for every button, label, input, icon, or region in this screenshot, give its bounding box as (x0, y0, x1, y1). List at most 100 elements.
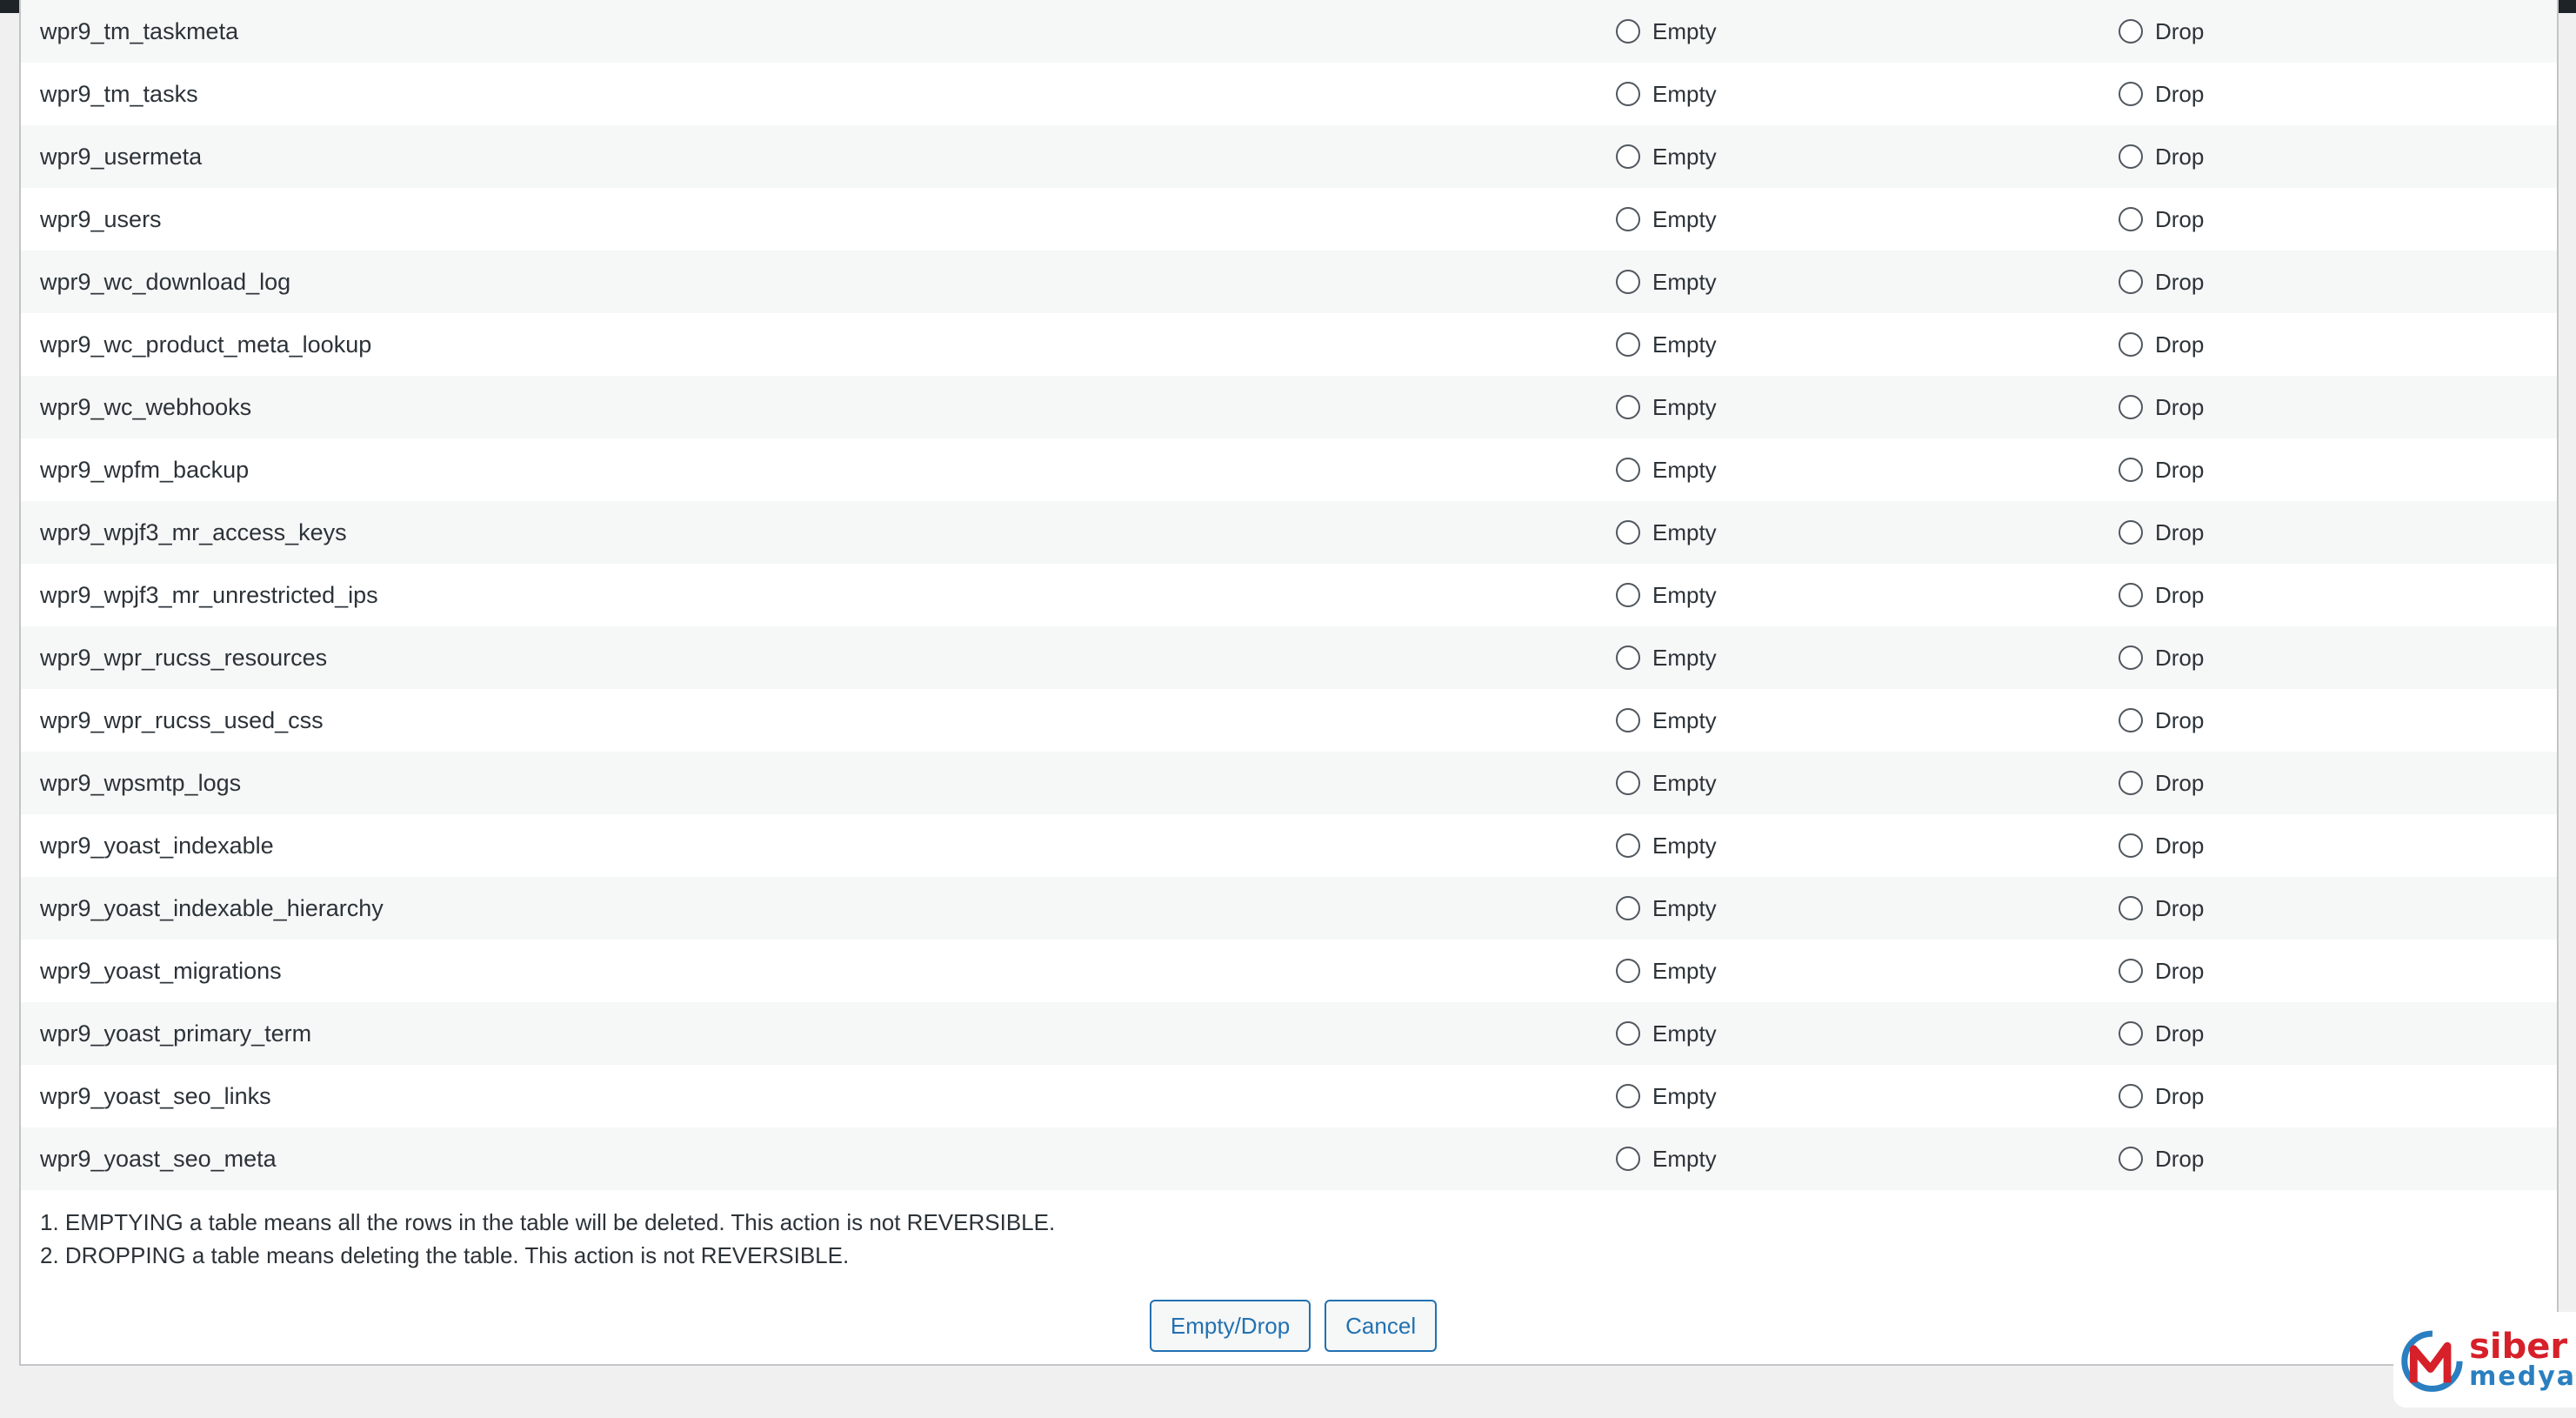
table-name: wpr9_yoast_seo_meta (40, 1146, 277, 1172)
drop-radio[interactable] (2119, 583, 2143, 607)
table-name: wpr9_yoast_primary_term (40, 1020, 312, 1047)
drop-radio[interactable] (2119, 207, 2143, 231)
empty-radio-option[interactable]: Empty (1616, 940, 1717, 1002)
empty-radio[interactable] (1616, 1084, 1640, 1108)
drop-radio[interactable] (2119, 520, 2143, 545)
drop-radio[interactable] (2119, 395, 2143, 419)
drop-radio-option[interactable]: Drop (2119, 689, 2204, 752)
empty-radio[interactable] (1616, 270, 1640, 294)
empty-radio-option[interactable]: Empty (1616, 125, 1717, 188)
table-name: wpr9_yoast_migrations (40, 958, 282, 984)
table-row: wpr9_yoast_primary_term Empty Drop (21, 1002, 2557, 1065)
empty-radio[interactable] (1616, 332, 1640, 357)
drop-radio[interactable] (2119, 833, 2143, 858)
empty-radio-option[interactable]: Empty (1616, 1065, 1717, 1127)
empty-radio[interactable] (1616, 82, 1640, 106)
drop-radio[interactable] (2119, 1084, 2143, 1108)
drop-radio-label: Drop (2155, 832, 2205, 859)
empty-radio-option[interactable]: Empty (1616, 501, 1717, 564)
table-row: wpr9_wpjf3_mr_unrestricted_ips Empty Drop (21, 564, 2557, 626)
empty-radio-option[interactable]: Empty (1616, 0, 1717, 63)
table-name: wpr9_wpjf3_mr_unrestricted_ips (40, 582, 378, 608)
empty-radio[interactable] (1616, 1021, 1640, 1046)
empty-radio-option[interactable]: Empty (1616, 251, 1717, 313)
drop-radio-option[interactable]: Drop (2119, 188, 2204, 251)
drop-radio-option[interactable]: Drop (2119, 752, 2204, 814)
drop-radio-option[interactable]: Drop (2119, 438, 2204, 501)
drop-radio[interactable] (2119, 332, 2143, 357)
empty-radio-label: Empty (1652, 268, 1717, 295)
empty-radio[interactable] (1616, 520, 1640, 545)
empty-radio[interactable] (1616, 207, 1640, 231)
empty-radio-option[interactable]: Empty (1616, 376, 1717, 438)
empty-radio-option[interactable]: Empty (1616, 63, 1717, 125)
empty-radio-option[interactable]: Empty (1616, 1127, 1717, 1190)
drop-radio-option[interactable]: Drop (2119, 501, 2204, 564)
drop-radio-label: Drop (2155, 268, 2205, 295)
empty-radio-option[interactable]: Empty (1616, 188, 1717, 251)
empty-drop-button[interactable]: Empty/Drop (1149, 1300, 1311, 1352)
empty-radio[interactable] (1616, 395, 1640, 419)
drop-radio[interactable] (2119, 458, 2143, 482)
drop-radio-label: Drop (2155, 1082, 2205, 1109)
empty-radio[interactable] (1616, 896, 1640, 920)
drop-radio[interactable] (2119, 1021, 2143, 1046)
drop-radio[interactable] (2119, 19, 2143, 43)
drop-radio-option[interactable]: Drop (2119, 877, 2204, 940)
empty-radio-option[interactable]: Empty (1616, 814, 1717, 877)
empty-radio[interactable] (1616, 19, 1640, 43)
empty-radio-option[interactable]: Empty (1616, 1002, 1717, 1065)
table-panel: wpr9_tm_taskmeta Empty Drop wpr9_tm_tasks Em… (19, 0, 2559, 1366)
table-name: wpr9_tm_tasks (40, 81, 198, 107)
empty-radio-option[interactable]: Empty (1616, 689, 1717, 752)
empty-radio-option[interactable]: Empty (1616, 877, 1717, 940)
empty-radio[interactable] (1616, 645, 1640, 670)
drop-radio-option[interactable]: Drop (2119, 376, 2204, 438)
drop-radio-option[interactable]: Drop (2119, 626, 2204, 689)
drop-radio-option[interactable]: Drop (2119, 564, 2204, 626)
empty-radio-option[interactable]: Empty (1616, 564, 1717, 626)
empty-radio[interactable] (1616, 1147, 1640, 1171)
drop-radio[interactable] (2119, 270, 2143, 294)
drop-radio[interactable] (2119, 82, 2143, 106)
empty-radio-label: Empty (1652, 581, 1717, 608)
empty-radio[interactable] (1616, 458, 1640, 482)
cancel-button[interactable]: Cancel (1325, 1300, 1438, 1352)
drop-radio-option[interactable]: Drop (2119, 1127, 2204, 1190)
table-row: wpr9_usermeta Empty Drop (21, 125, 2557, 188)
drop-radio-option[interactable]: Drop (2119, 251, 2204, 313)
drop-radio-option[interactable]: Drop (2119, 940, 2204, 1002)
drop-radio-label: Drop (2155, 769, 2205, 796)
drop-radio-option[interactable]: Drop (2119, 125, 2204, 188)
drop-radio-option[interactable]: Drop (2119, 814, 2204, 877)
drop-radio-option[interactable]: Drop (2119, 313, 2204, 376)
empty-radio-option[interactable]: Empty (1616, 626, 1717, 689)
empty-radio-option[interactable]: Empty (1616, 752, 1717, 814)
drop-radio[interactable] (2119, 708, 2143, 732)
table-row: wpr9_users Empty Drop (21, 188, 2557, 251)
empty-radio[interactable] (1616, 771, 1640, 795)
drop-radio-option[interactable]: Drop (2119, 1002, 2204, 1065)
drop-radio[interactable] (2119, 1147, 2143, 1171)
empty-radio[interactable] (1616, 959, 1640, 983)
empty-radio[interactable] (1616, 144, 1640, 169)
drop-radio-option[interactable]: Drop (2119, 63, 2204, 125)
drop-radio-option[interactable]: Drop (2119, 1065, 2204, 1127)
drop-radio-label: Drop (2155, 205, 2205, 232)
empty-radio[interactable] (1616, 708, 1640, 732)
drop-radio-label: Drop (2155, 17, 2205, 44)
table-row: wpr9_wc_product_meta_lookup Empty Drop (21, 313, 2557, 376)
empty-radio[interactable] (1616, 833, 1640, 858)
empty-radio-label: Empty (1652, 205, 1717, 232)
drop-radio[interactable] (2119, 771, 2143, 795)
drop-radio[interactable] (2119, 144, 2143, 169)
drop-radio[interactable] (2119, 896, 2143, 920)
empty-radio-option[interactable]: Empty (1616, 313, 1717, 376)
drop-radio[interactable] (2119, 959, 2143, 983)
drop-radio-label: Drop (2155, 644, 2205, 671)
empty-radio-option[interactable]: Empty (1616, 438, 1717, 501)
drop-radio-option[interactable]: Drop (2119, 0, 2204, 63)
empty-radio[interactable] (1616, 583, 1640, 607)
table-name: wpr9_wc_webhooks (40, 394, 252, 420)
drop-radio[interactable] (2119, 645, 2143, 670)
